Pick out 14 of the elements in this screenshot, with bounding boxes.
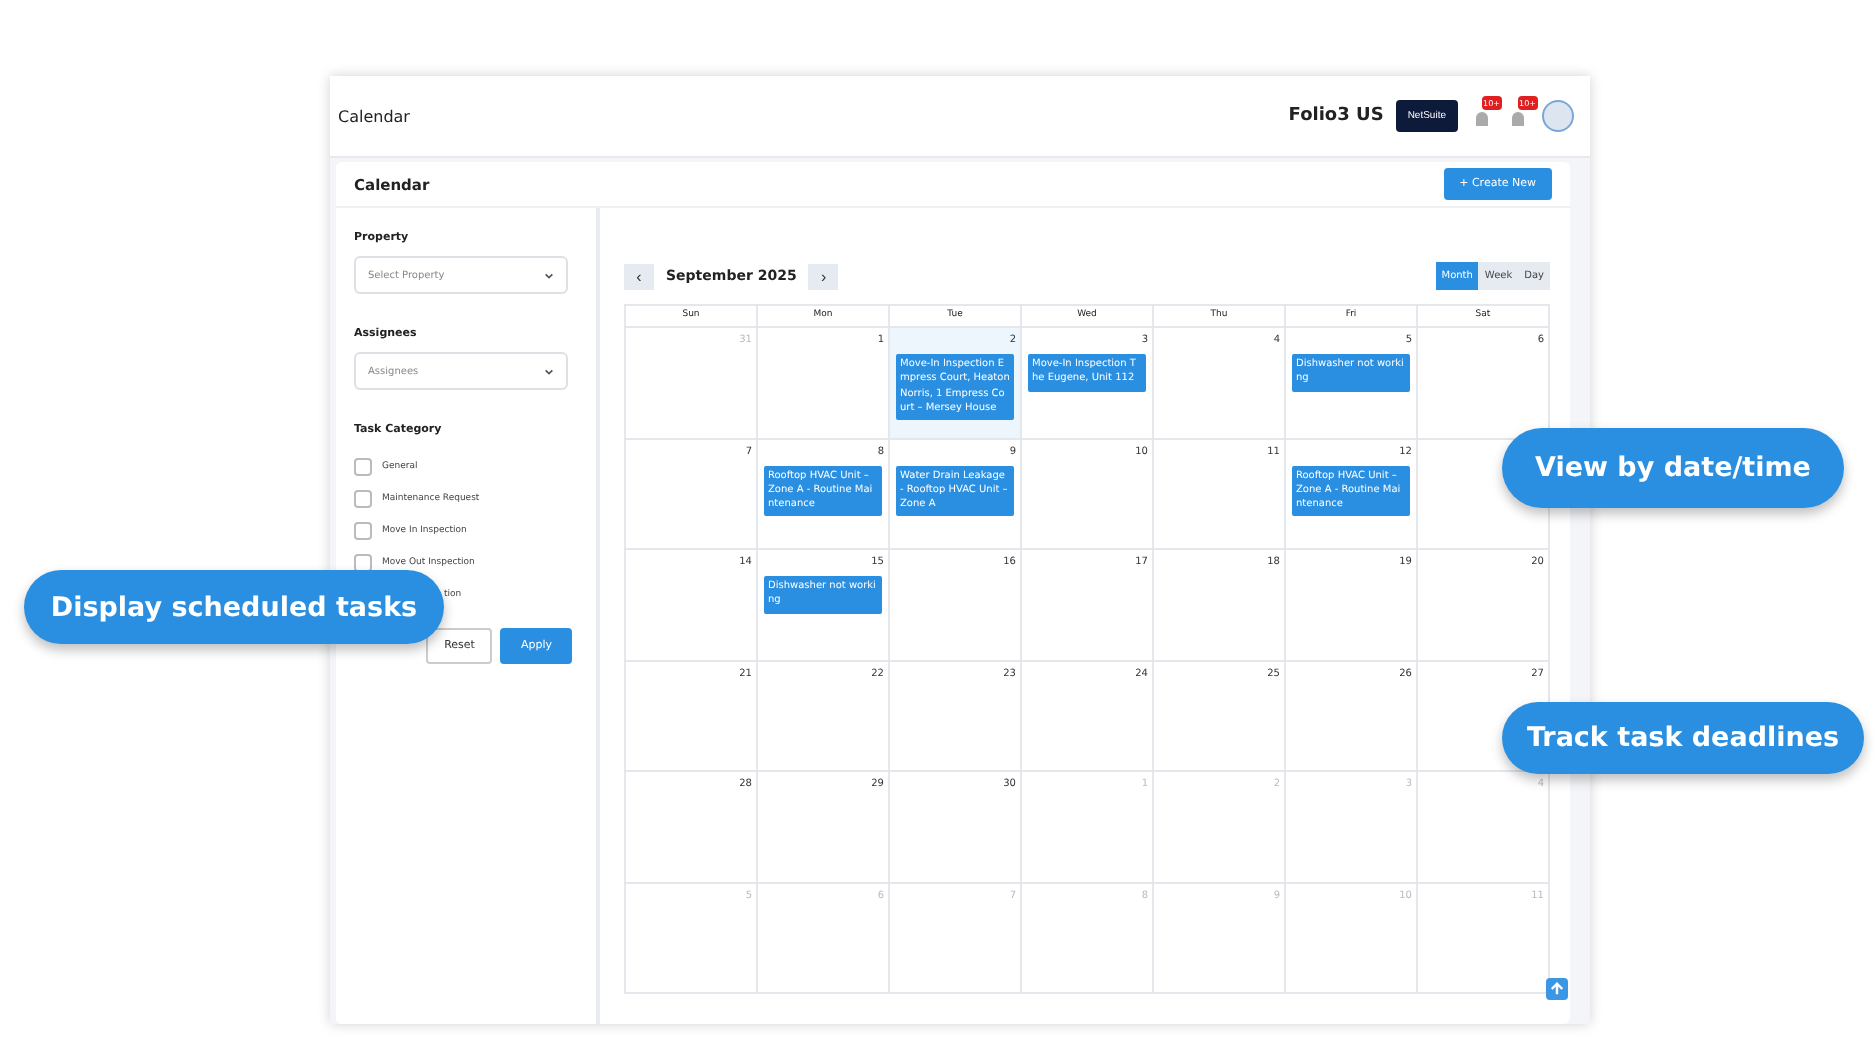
callout-tooltip: Track task deadlines <box>1502 702 1864 774</box>
chevron-down-icon <box>544 367 554 375</box>
checkbox[interactable] <box>354 522 372 540</box>
checkbox[interactable] <box>354 458 372 476</box>
company-name: Folio3 US <box>1288 106 1384 126</box>
previous-button[interactable]: ‹ <box>624 263 654 289</box>
next-button[interactable]: › <box>808 263 839 289</box>
callout-tooltip: Display scheduled tasks <box>24 570 444 644</box>
chevron-down-icon <box>544 271 554 279</box>
callout-tooltip: View by date/time <box>1502 428 1844 508</box>
avatar[interactable] <box>1542 100 1574 132</box>
scroll-up-button[interactable] <box>1546 978 1568 1000</box>
header-title: Calendar <box>338 107 412 125</box>
checkbox[interactable] <box>354 490 372 508</box>
